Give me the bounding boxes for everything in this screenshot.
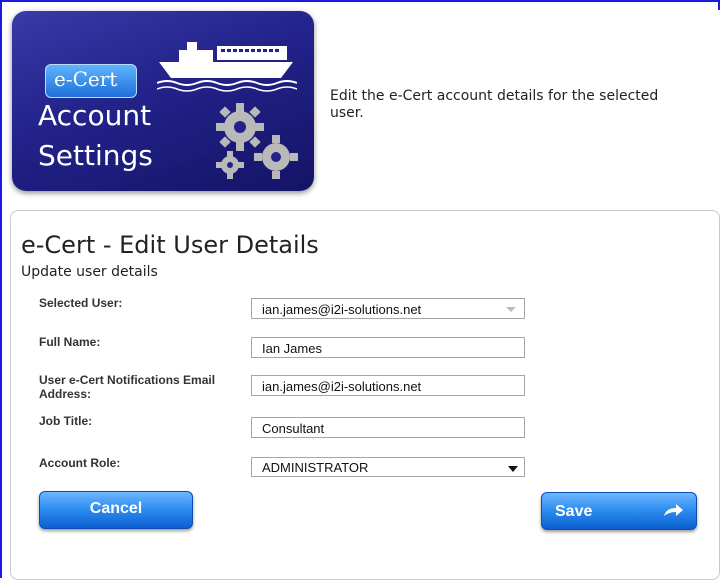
ecert-badge-text: e-Cert: [54, 67, 118, 91]
ecert-badge: e-Cert: [45, 64, 137, 98]
tile-title-settings: Settings: [38, 139, 153, 172]
full-name-input[interactable]: Ian James: [251, 337, 525, 358]
page-description: Edit the e-Cert account details for the …: [330, 88, 659, 121]
cancel-button-label: Cancel: [89, 500, 143, 517]
tile-title-account: Account: [38, 99, 152, 132]
dropdown-arrow-icon: [506, 307, 516, 312]
selected-user-label: Selected User:: [39, 296, 123, 310]
full-name-label: Full Name:: [39, 335, 101, 349]
notification-email-input[interactable]: ian.james@i2i-solutions.net: [251, 375, 525, 396]
arrow-right-icon: [664, 504, 683, 516]
account-role-value: ADMINISTRATOR: [262, 460, 369, 475]
cancel-button[interactable]: Cancel: [39, 491, 193, 529]
selected-user-select[interactable]: ian.james@i2i-solutions.net: [251, 298, 525, 319]
selected-user-value: ian.james@i2i-solutions.net: [262, 302, 422, 317]
full-name-value: Ian James: [262, 341, 322, 356]
account-role-select[interactable]: ADMINISTRATOR: [251, 457, 525, 477]
job-title-input[interactable]: Consultant: [251, 417, 525, 438]
account-settings-tile: e-Cert Account Settings: [12, 11, 314, 191]
save-button-label: Save: [555, 503, 593, 520]
notification-email-value: ian.james@i2i-solutions.net: [262, 379, 422, 394]
edit-user-panel: e-Cert - Edit User Details Update user d…: [10, 210, 720, 580]
form-subtitle: Update user details: [21, 264, 158, 280]
account-role-label: Account Role:: [39, 456, 121, 470]
form-title: e-Cert - Edit User Details: [21, 231, 319, 259]
dropdown-arrow-icon: [508, 466, 518, 472]
job-title-label: Job Title:: [39, 414, 93, 428]
notification-email-label: User e-Cert Notifications Email Address:: [39, 373, 216, 401]
ship-icon: [157, 42, 297, 92]
gears-icon: [216, 103, 298, 179]
job-title-value: Consultant: [262, 421, 325, 436]
save-button[interactable]: Save: [541, 492, 697, 530]
